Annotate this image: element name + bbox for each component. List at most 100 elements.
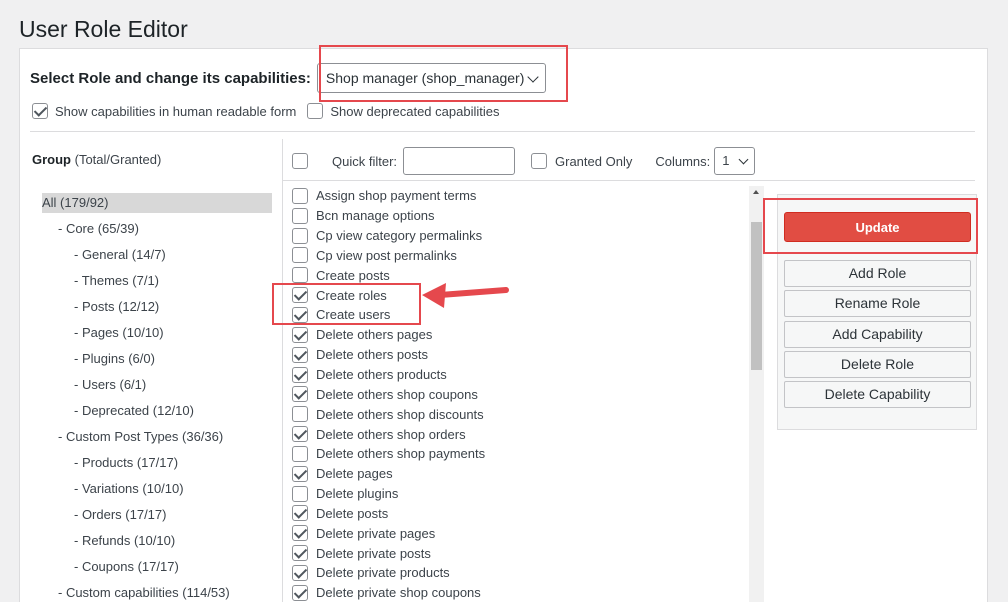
group-item[interactable]: - Products (17/17): [42, 453, 272, 479]
rename-role-button[interactable]: Rename Role: [784, 290, 971, 317]
capability-item[interactable]: Delete private shop coupons: [292, 583, 752, 602]
human-readable-checkbox[interactable]: [32, 103, 48, 119]
group-item[interactable]: - Deprecated (12/10): [42, 401, 272, 427]
capability-label: Delete pages: [316, 466, 393, 482]
capability-item[interactable]: Assign shop payment terms: [292, 186, 752, 206]
capability-label: Create posts: [316, 267, 390, 283]
capability-item[interactable]: Delete private products: [292, 563, 752, 583]
capability-checkbox[interactable]: [292, 207, 308, 224]
capability-item[interactable]: Delete pages: [292, 464, 752, 484]
capabilities-list: Assign shop payment terms Bcn manage opti…: [292, 186, 752, 602]
granted-only-checkbox[interactable]: [531, 153, 548, 169]
deprecated-label: Show deprecated capabilities: [330, 103, 500, 119]
quick-filter-input[interactable]: [403, 147, 516, 175]
capability-label: Delete private pages: [316, 525, 436, 541]
capability-item[interactable]: Delete others products: [292, 365, 752, 385]
capability-item[interactable]: Create roles: [292, 285, 752, 305]
capability-label: Create users: [316, 307, 391, 323]
group-item[interactable]: - Custom capabilities (114/53): [42, 583, 272, 602]
capability-checkbox[interactable]: [292, 584, 308, 601]
capability-checkbox[interactable]: [292, 326, 308, 343]
delete-capability-button[interactable]: Delete Capability: [784, 381, 971, 408]
group-item[interactable]: - Posts (12/12): [42, 297, 272, 323]
capability-label: Delete others posts: [316, 347, 429, 363]
arrow-left-icon: [422, 283, 509, 308]
capability-checkbox[interactable]: [292, 426, 308, 443]
scroll-thumb[interactable]: [751, 222, 762, 370]
capability-checkbox[interactable]: [292, 306, 308, 323]
add-role-button[interactable]: Add Role: [784, 260, 971, 287]
capability-item[interactable]: Delete plugins: [292, 484, 752, 504]
divider: [30, 131, 975, 132]
capability-checkbox[interactable]: [292, 564, 308, 581]
capability-item[interactable]: Create users: [292, 305, 752, 325]
role-editor-panel: Select Role and change its capabilities:…: [19, 48, 988, 602]
capability-checkbox[interactable]: [292, 366, 308, 383]
capability-checkbox[interactable]: [292, 386, 308, 403]
select-all-checkbox[interactable]: [292, 153, 308, 169]
role-selector-label: Select Role and change its capabilities:: [30, 69, 311, 87]
filter-bar: Quick filter: Granted Only Columns: 1: [292, 145, 972, 177]
display-options: Show capabilities in human readable form…: [32, 103, 510, 119]
capability-checkbox[interactable]: [292, 187, 308, 204]
role-select-value: Shop manager (shop_manager): [325, 70, 525, 86]
column-divider: [282, 139, 283, 602]
capability-item[interactable]: Delete posts: [292, 504, 752, 524]
capabilities-scrollbar[interactable]: [749, 186, 764, 602]
capability-item[interactable]: Create posts: [292, 265, 752, 285]
role-select[interactable]: Shop manager (shop_manager): [316, 63, 546, 93]
group-item[interactable]: - Plugins (6/0): [42, 349, 272, 375]
scroll-up-arrow-icon[interactable]: [753, 190, 759, 194]
capability-checkbox[interactable]: [292, 247, 308, 264]
group-item[interactable]: - Refunds (10/10): [42, 531, 272, 557]
chevron-down-icon: [527, 71, 539, 83]
capability-item[interactable]: Delete private posts: [292, 543, 752, 563]
capability-label: Delete others shop orders: [316, 426, 466, 442]
capability-label: Delete others shop coupons: [316, 386, 478, 402]
capability-checkbox[interactable]: [292, 406, 308, 423]
capability-item[interactable]: Delete others shop coupons: [292, 384, 752, 404]
capability-label: Delete others pages: [316, 327, 433, 343]
group-item[interactable]: - Variations (10/10): [42, 479, 272, 505]
group-item[interactable]: - General (14/7): [42, 245, 272, 271]
update-button[interactable]: Update: [784, 212, 971, 242]
capability-item[interactable]: Delete others shop payments: [292, 444, 752, 464]
capability-checkbox[interactable]: [292, 287, 308, 304]
capability-checkbox[interactable]: [292, 545, 308, 562]
human-readable-label: Show capabilities in human readable form: [55, 103, 297, 119]
group-item[interactable]: - Themes (7/1): [42, 271, 272, 297]
delete-role-button[interactable]: Delete Role: [784, 351, 971, 378]
capability-checkbox[interactable]: [292, 267, 308, 284]
capability-label: Delete private products: [316, 565, 450, 581]
capability-item[interactable]: Bcn manage options: [292, 206, 752, 226]
capability-checkbox[interactable]: [292, 346, 308, 363]
capability-item[interactable]: Delete private pages: [292, 523, 752, 543]
group-item[interactable]: - Orders (17/17): [42, 505, 272, 531]
capability-item[interactable]: Delete others shop orders: [292, 424, 752, 444]
capability-label: Bcn manage options: [316, 208, 435, 224]
add-capability-button[interactable]: Add Capability: [784, 321, 971, 348]
group-item[interactable]: - Custom Post Types (36/36): [42, 427, 272, 453]
capability-label: Cp view category permalinks: [316, 228, 483, 244]
group-tree: All (179/92) - Core (65/39) - General (14/…: [42, 193, 272, 602]
groups-header-bold: Group: [32, 152, 71, 167]
group-item[interactable]: All (179/92): [42, 193, 272, 213]
group-item[interactable]: - Users (6/1): [42, 375, 272, 401]
capability-item[interactable]: Delete others pages: [292, 325, 752, 345]
capability-item[interactable]: Cp view post permalinks: [292, 246, 752, 266]
group-item[interactable]: - Core (65/39): [42, 219, 272, 245]
capability-checkbox[interactable]: [292, 525, 308, 542]
capability-item[interactable]: Delete others posts: [292, 345, 752, 365]
capability-item[interactable]: Delete others shop discounts: [292, 404, 752, 424]
capability-checkbox[interactable]: [292, 445, 308, 462]
capability-checkbox[interactable]: [292, 465, 308, 482]
columns-select[interactable]: 1: [714, 147, 756, 175]
deprecated-checkbox[interactable]: [307, 103, 324, 119]
capability-item[interactable]: Cp view category permalinks: [292, 226, 752, 246]
capability-checkbox[interactable]: [292, 505, 308, 522]
group-item[interactable]: - Coupons (17/17): [42, 557, 272, 583]
group-item[interactable]: - Pages (10/10): [42, 323, 272, 349]
capability-checkbox[interactable]: [292, 485, 308, 502]
capability-checkbox[interactable]: [292, 227, 308, 244]
capability-label: Cp view post permalinks: [316, 247, 457, 263]
